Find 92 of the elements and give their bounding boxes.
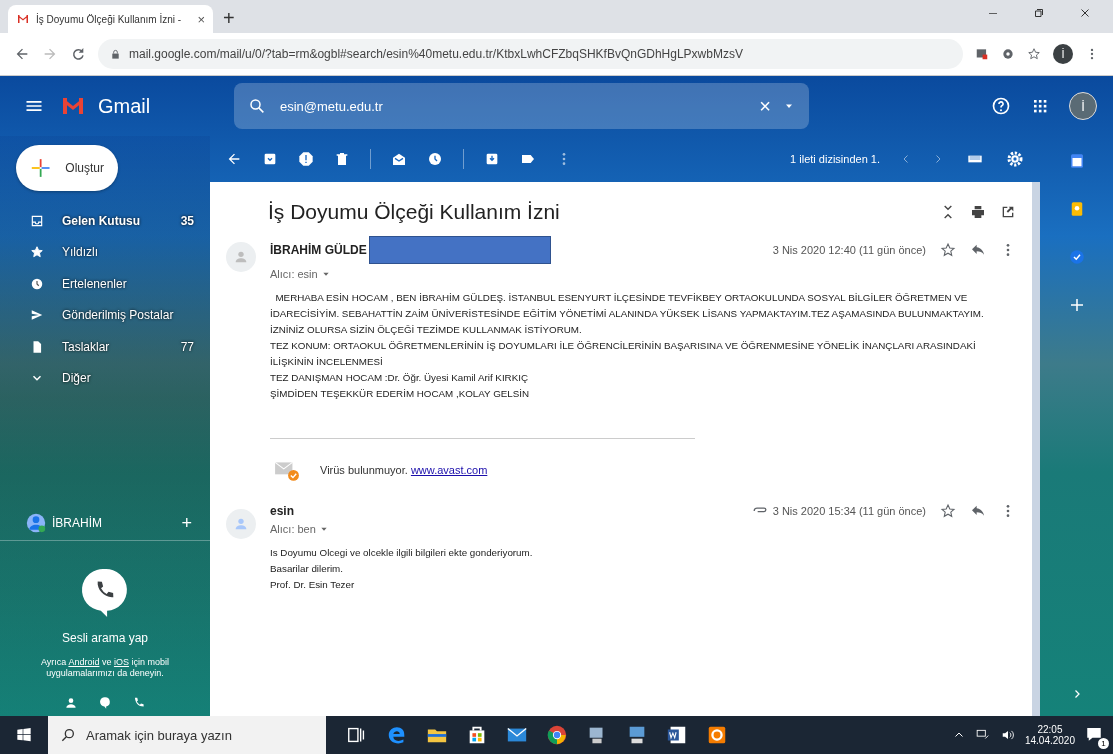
tasks-icon[interactable]	[1067, 248, 1086, 266]
message-text: TEZ DANIŞMAN HOCAM :Dr. Öğr. Üyesi Kamil Arif KIRKIÇ	[270, 371, 529, 385]
voice-call-label[interactable]: Sesli arama yap	[61, 630, 148, 645]
compose-button[interactable]: Oluştur	[16, 145, 118, 191]
folder-item[interactable]: Taslaklar 77	[0, 331, 210, 363]
tab-title: İş Doyumu Ölçeği Kullanım İzni -	[36, 13, 183, 25]
email-subject: İş Doyumu Ölçeği Kullanım İzni	[268, 200, 561, 224]
message-text: İZNİNİZ OLURSA SİZİN ÖLÇEĞİ TEZİMDE KULLANMAK İSTİYORUM.	[270, 323, 582, 337]
message-date: 3 Nis 2020 15:34 (11 gün önce)	[772, 505, 926, 517]
person-icon[interactable]	[64, 696, 78, 710]
chrome-browser-icon[interactable]	[546, 724, 568, 746]
clock-icon	[30, 276, 44, 291]
mark-unread-icon[interactable]	[391, 151, 407, 167]
folder-item[interactable]: Ertelenenler	[0, 268, 210, 300]
person-icon	[233, 516, 249, 532]
unread-count: 35	[180, 213, 194, 228]
bookmark-star-icon[interactable]	[1027, 47, 1041, 61]
user-name[interactable]: İBRAHİM	[52, 516, 176, 531]
recipient-text[interactable]: Alıcı: ben	[270, 523, 316, 535]
tab-close-button[interactable]: ×	[197, 11, 205, 27]
back-icon[interactable]	[14, 46, 30, 62]
windows-start-icon[interactable]	[16, 727, 32, 743]
promo-text: Ayrıca Android ve iOS için mobil uygulamalarımızı da deneyin.	[40, 656, 170, 680]
ring-app-icon[interactable]	[706, 724, 728, 746]
antivirus-note: Virüs bulunmuyor. www.avast.com	[320, 464, 488, 476]
search-field[interactable]: esin@metu.edu.tr ×	[234, 83, 809, 129]
move-to-icon[interactable]	[484, 151, 500, 167]
extension-icon[interactable]	[975, 47, 989, 61]
folder-item[interactable]: Gelen Kutusu 35	[0, 205, 210, 237]
star-icon[interactable]	[940, 503, 956, 519]
report-spam-icon[interactable]	[298, 151, 314, 167]
help-icon[interactable]	[991, 96, 1011, 116]
account-avatar[interactable]: İ	[1069, 92, 1097, 120]
caret-icon[interactable]	[319, 525, 328, 533]
message-text: Prof. Dr. Esin Tezer	[270, 578, 355, 592]
message-text: ŞİMDİDEN TEŞEKKÜR EDERİM HOCAM ,KOLAY GELSİN	[270, 387, 530, 401]
clock-icon[interactable]	[427, 151, 443, 167]
folder-item[interactable]: Diğer	[0, 362, 210, 394]
message-text: İLİŞKİNİN İNCELENMESİ	[270, 355, 383, 369]
extension-icon[interactable]	[1001, 47, 1015, 61]
clear-search-button[interactable]: ×	[759, 94, 771, 118]
notification-count: 1	[1098, 738, 1109, 749]
add-button[interactable]: +	[181, 512, 192, 534]
unread-count: 77	[180, 339, 194, 354]
folder-item[interactable]: Gönderilmiş Postalar	[0, 299, 210, 331]
caret-icon[interactable]	[321, 270, 330, 278]
sender-name: İBRAHİM GÜLDE	[270, 243, 367, 257]
app-name: Gmail	[98, 94, 151, 118]
volume-icon[interactable]	[1000, 728, 1015, 742]
ios-link[interactable]: iOS	[113, 656, 129, 667]
message-date: 3 Nis 2020 12:40 (11 gün önce)	[772, 244, 926, 256]
star-icon[interactable]	[940, 242, 956, 258]
search-icon	[60, 727, 76, 743]
print-icon[interactable]	[970, 204, 986, 220]
taskbar-search-field[interactable]: Aramak için buraya yazın	[48, 716, 326, 754]
plus-icon	[30, 157, 52, 179]
message-text: Basarilar dilerim.	[270, 562, 343, 576]
lock-icon	[110, 48, 121, 60]
network-icon[interactable]	[974, 728, 991, 742]
sender-name: esin	[270, 504, 294, 518]
word-document-icon[interactable]	[666, 724, 688, 746]
message-text: İDARECİSİYİM. SEBAHATTİN ZAİM ÜNİVERİSTESİNDE EĞİTİM YÖNETİMİ ALANINDA YÜKSEK LİSANS YAPMAKTAYIM.TEZ AŞAMASINDA BULUNMAKTAYIM.	[270, 307, 984, 321]
avast-link[interactable]: www.avast.com	[410, 464, 488, 476]
inbox-icon	[30, 213, 44, 228]
open-new-window-icon[interactable]	[1000, 204, 1016, 220]
message-text: Is Doyumu Olcegi ve olcekle ilgili bilgileri ekte gonderiyorum.	[270, 546, 533, 560]
close-icon[interactable]	[1079, 6, 1091, 19]
search-icon	[248, 97, 266, 115]
notification-icon[interactable]	[1085, 725, 1103, 743]
gmail-logo-icon	[16, 13, 30, 25]
star-icon	[30, 245, 44, 260]
browser-tab[interactable]: İş Doyumu Ölçeği Kullanım İzni - ×	[8, 5, 213, 33]
clock-time[interactable]: 22:05	[1037, 724, 1063, 735]
pager-text: 1 ileti dizisinden 1.	[790, 153, 880, 165]
restore-icon[interactable]	[1033, 6, 1045, 19]
clock-date[interactable]: 14.04.2020	[1024, 735, 1075, 746]
person-icon	[233, 249, 249, 265]
archive-icon[interactable]	[262, 151, 278, 167]
user-avatar-icon	[26, 513, 46, 534]
android-link[interactable]: Android	[68, 656, 100, 667]
apps-grid-icon[interactable]	[1031, 97, 1049, 115]
message-text: MERHABA ESİN HOCAM , BEN İBRAHİM GÜLDEŞ. İSTANBUL ESENYURT İLÇESİNDE TEVFİKBEY ORTAOKULUNDA SOSYAL BİLGİLER ÖĞRETMEN VE	[274, 291, 968, 305]
reload-icon[interactable]	[70, 46, 86, 62]
recipient-text[interactable]: Alıcı: esin	[270, 268, 318, 280]
message-text: TEZ KONUM: ORTAOKUL ÖĞRETMENLERİNİN İŞ DOYUMLARI İLE ÖĞRENCİLERİNİN BAŞARISINA VE ÖĞRENMESİNE YÖNELİK İNANÇLARI ARASINDAKİ	[270, 339, 976, 353]
profile-avatar[interactable]: İ	[1053, 44, 1073, 64]
folder-item[interactable]: Yıldızlı	[0, 236, 210, 268]
back-icon[interactable]	[226, 151, 242, 167]
settings-icon[interactable]	[1006, 150, 1024, 168]
chat-bubble-icon[interactable]	[98, 696, 112, 710]
trash-icon[interactable]	[334, 151, 350, 167]
new-tab-button[interactable]: +	[223, 7, 235, 30]
